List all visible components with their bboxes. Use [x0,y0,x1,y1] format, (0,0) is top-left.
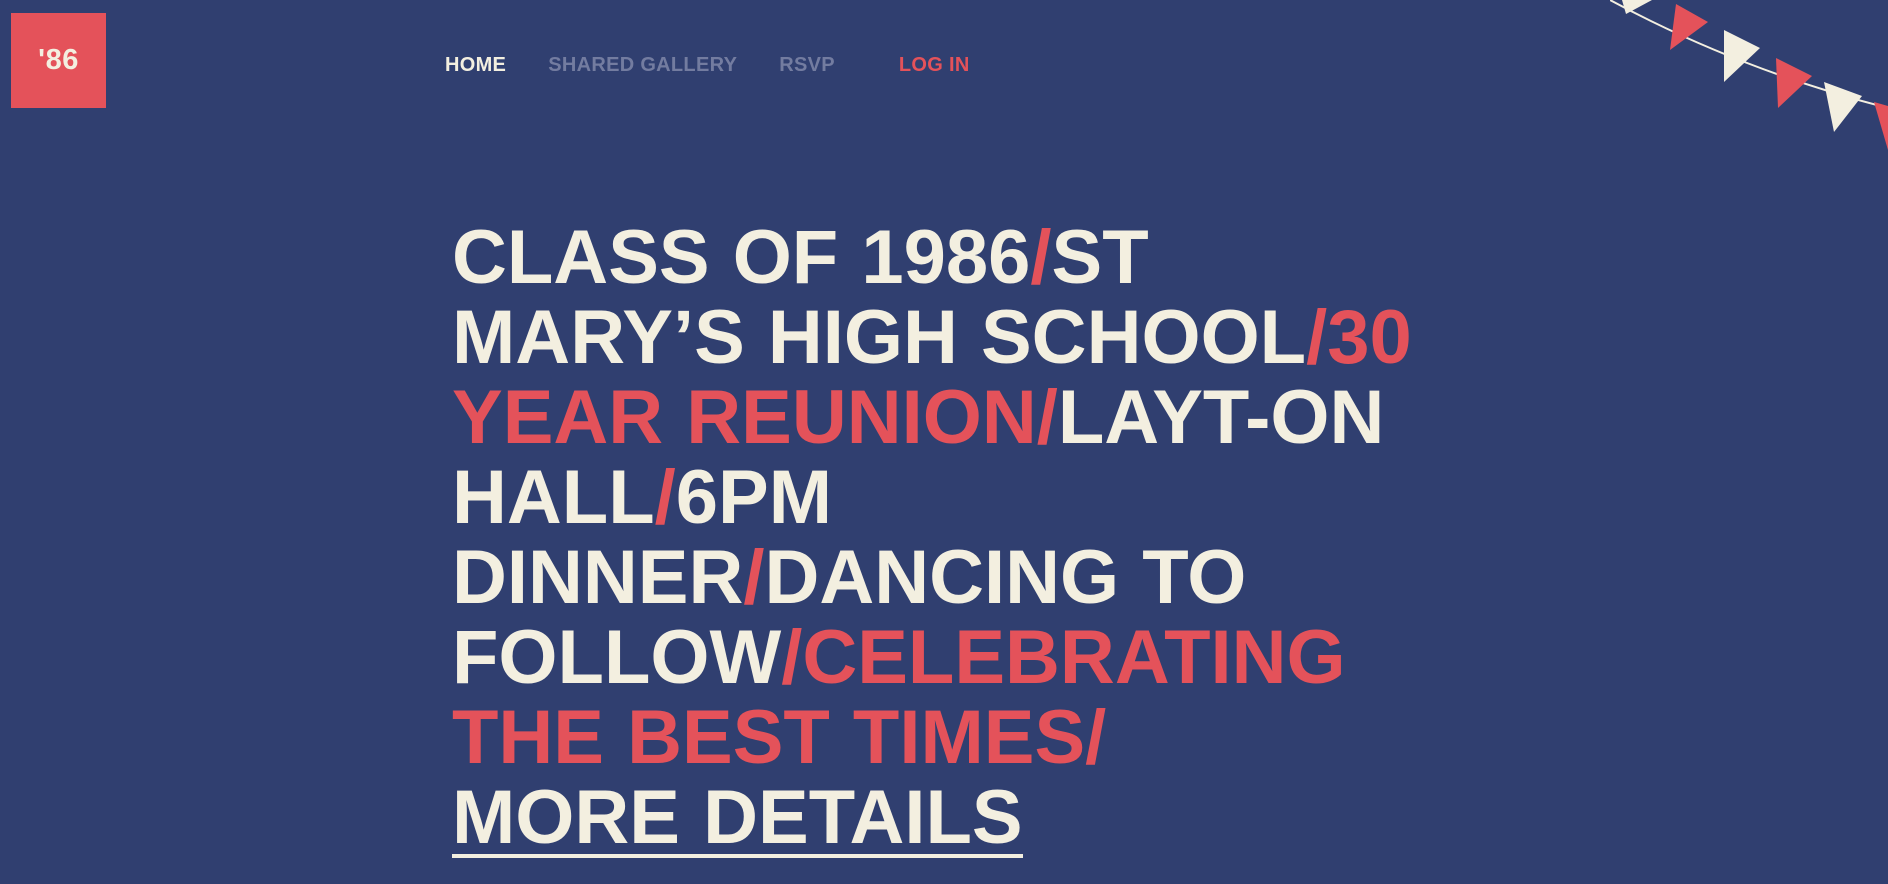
bunting-decoration [1610,0,1888,150]
nav-home-link[interactable]: HOME [445,54,506,77]
hero-slash: / [1085,695,1107,780]
hero-event-details: CLASS OF 1986/ST MARY’S HIGH SCHOOL/30 Y… [452,218,1432,858]
nav-rsvp-link[interactable]: RSVP [779,54,835,77]
more-details-link[interactable]: MORE DETAILS [452,780,1023,858]
hero-slash: / [654,455,676,540]
hero-slash: / [743,535,765,620]
bunting-flag [1724,30,1760,82]
hero-slash: / [1030,215,1052,300]
logo-home-link[interactable]: '86 [11,13,106,108]
bunting-flag [1622,0,1652,14]
nav-shared-gallery-link[interactable]: SHARED GALLERY [548,54,737,77]
hero-class-of: CLASS OF 1986 [452,215,1031,300]
bunting-flag [1824,82,1862,132]
bunting-flag [1874,102,1888,150]
bunting-flag [1670,4,1708,50]
nav-login-link[interactable]: LOG IN [899,54,970,77]
hero-slash: / [781,615,803,700]
hero-slash: / [1306,295,1328,380]
bunting-flag [1776,58,1812,108]
hero-slash: / [1036,375,1058,460]
main-nav: HOME SHARED GALLERY RSVP LOG IN [445,54,970,77]
